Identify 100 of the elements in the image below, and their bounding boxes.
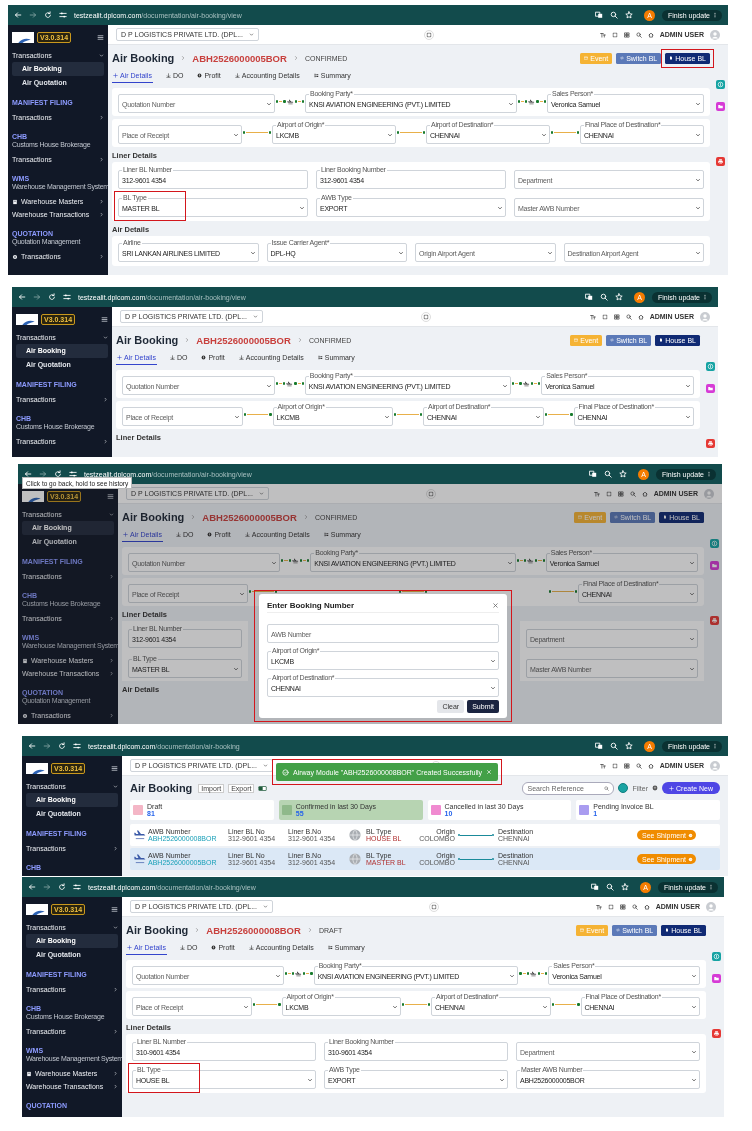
star-icon[interactable] — [618, 470, 627, 478]
caret-icon — [695, 101, 701, 107]
back-icon[interactable] — [28, 742, 36, 750]
hierarchy-icon — [313, 73, 319, 78]
home-icon[interactable] — [637, 313, 644, 320]
site-settings-icon[interactable] — [63, 293, 71, 301]
plane-icon — [134, 829, 146, 841]
folder-button[interactable] — [710, 561, 719, 570]
translate-icon[interactable] — [588, 470, 597, 478]
site-settings-icon[interactable] — [69, 470, 77, 478]
zoom-icon[interactable] — [605, 883, 614, 891]
site-settings-icon[interactable] — [73, 883, 81, 891]
company-logo — [26, 903, 48, 915]
reload-icon[interactable] — [54, 470, 62, 478]
zoom-icon[interactable] — [609, 742, 618, 750]
star-icon[interactable] — [614, 293, 623, 301]
filter-icon[interactable] — [652, 785, 659, 791]
folder-button[interactable] — [712, 974, 721, 983]
home-icon[interactable] — [641, 490, 648, 497]
print-button[interactable] — [710, 616, 719, 625]
search-icon[interactable] — [631, 903, 638, 910]
zoom-icon[interactable] — [603, 470, 612, 478]
search-icon[interactable] — [635, 762, 642, 769]
text-size-icon[interactable] — [593, 490, 600, 497]
translate-icon[interactable] — [594, 11, 603, 19]
star-icon[interactable] — [620, 883, 629, 891]
site-settings-icon[interactable] — [59, 11, 67, 19]
star-icon[interactable] — [624, 742, 633, 750]
back-icon[interactable] — [14, 11, 22, 19]
close-icon[interactable] — [492, 602, 499, 609]
home-icon[interactable] — [647, 762, 654, 769]
menu-icon[interactable] — [107, 492, 114, 500]
grid-icon[interactable] — [613, 313, 620, 320]
forward-icon[interactable] — [39, 470, 47, 478]
site-settings-icon[interactable] — [73, 742, 81, 750]
caret-icon — [685, 383, 691, 389]
grid-icon[interactable] — [619, 903, 626, 910]
fullscreen-icon[interactable] — [607, 903, 614, 910]
search-icon[interactable] — [625, 313, 632, 320]
caret-icon — [249, 250, 256, 256]
text-size-icon[interactable] — [599, 31, 606, 38]
menu-icon[interactable] — [97, 33, 104, 41]
caret-icon — [502, 383, 509, 389]
print-button[interactable] — [706, 439, 715, 448]
search-icon[interactable] — [629, 490, 636, 497]
grid-icon[interactable] — [623, 31, 630, 38]
translate-icon[interactable] — [590, 883, 599, 891]
chevron-right-icon — [306, 927, 313, 933]
menu-icon[interactable] — [111, 905, 118, 913]
reload-icon[interactable] — [58, 883, 66, 891]
forward-icon[interactable] — [43, 742, 51, 750]
reload-icon[interactable] — [48, 293, 56, 301]
caret-icon — [499, 1077, 505, 1083]
coin-icon — [711, 540, 718, 547]
print-button[interactable] — [712, 1029, 721, 1038]
chevron-right-icon — [190, 514, 197, 520]
reload-icon[interactable] — [58, 742, 66, 750]
globe-icon — [348, 852, 362, 866]
menu-icon[interactable] — [101, 315, 108, 323]
back-icon[interactable] — [24, 470, 32, 478]
grid-icon[interactable] — [617, 490, 624, 497]
fullscreen-icon[interactable] — [611, 31, 618, 38]
coin-icon — [717, 81, 724, 88]
home-icon[interactable] — [647, 31, 654, 38]
folder-button[interactable] — [716, 102, 725, 111]
translate-icon[interactable] — [594, 742, 603, 750]
translate-icon[interactable] — [584, 293, 593, 301]
zoom-icon[interactable] — [599, 293, 608, 301]
route-line — [543, 411, 574, 418]
search-icon[interactable] — [635, 31, 642, 38]
caret-icon — [271, 560, 278, 566]
fullscreen-icon[interactable] — [611, 762, 618, 769]
caret-icon — [253, 314, 258, 319]
chevron-right-icon — [302, 514, 309, 520]
text-size-icon[interactable] — [589, 313, 596, 320]
back-icon[interactable] — [18, 293, 26, 301]
fullscreen-icon[interactable] — [601, 313, 608, 320]
search-icon — [604, 785, 610, 791]
page-title: Air Booking — [126, 924, 189, 936]
forward-icon[interactable] — [43, 883, 51, 891]
forward-icon[interactable] — [33, 293, 41, 301]
menu-icon[interactable] — [111, 764, 118, 772]
toggle-switch[interactable] — [258, 783, 268, 793]
zoom-icon[interactable] — [609, 11, 618, 19]
grid-icon[interactable] — [623, 762, 630, 769]
chevron-right-icon — [194, 927, 201, 933]
print-button[interactable] — [716, 157, 725, 166]
back-icon[interactable] — [28, 883, 36, 891]
forward-icon[interactable] — [29, 11, 37, 19]
fullscreen-icon[interactable] — [605, 490, 612, 497]
caret-icon — [691, 973, 697, 979]
folder-icon — [711, 562, 718, 569]
text-size-icon[interactable] — [599, 762, 606, 769]
calendar-icon — [584, 56, 589, 60]
home-icon[interactable] — [643, 903, 650, 910]
star-icon[interactable] — [624, 11, 633, 19]
company-logo — [16, 313, 38, 325]
text-size-icon[interactable] — [595, 903, 602, 910]
folder-button[interactable] — [706, 384, 715, 393]
reload-icon[interactable] — [44, 11, 52, 19]
